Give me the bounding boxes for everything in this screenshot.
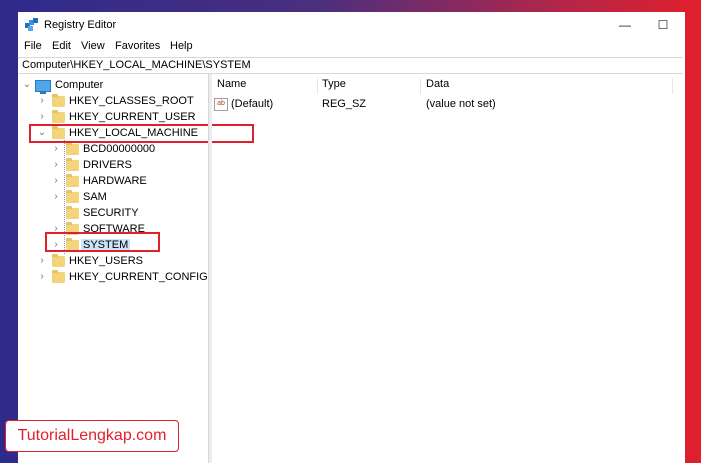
registry-editor-window: Registry Editor — ☐ File Edit View Favor… [18,12,685,463]
column-header-data[interactable]: Data [426,78,449,94]
window-title: Registry Editor [44,19,117,31]
column-header-name[interactable]: Name [217,78,246,94]
tree-label: HKEY_CLASSES_ROOT [69,95,194,107]
tree-node-hkey-current-user[interactable]: › HKEY_CURRENT_USER [18,109,208,125]
chevron-down-icon[interactable]: ⌄ [37,127,47,139]
tree-label: SECURITY [83,207,139,219]
column-divider[interactable] [420,78,421,94]
tree-label-selected: SYSTEM [81,239,131,251]
value-name: (Default) [231,98,274,110]
folder-icon [66,190,79,203]
tree-label: HKEY_CURRENT_CONFIG [69,271,208,283]
folder-icon [66,158,79,171]
tree-node-computer[interactable]: ⌄ Computer [18,77,208,94]
chevron-right-icon[interactable]: › [37,271,47,283]
chevron-down-icon[interactable]: ⌄ [22,79,32,91]
tree-node-hkey-local-machine[interactable]: ⌄ HKEY_LOCAL_MACHINE [18,125,208,141]
chevron-right-icon[interactable]: › [51,239,61,251]
chevron-right-icon[interactable]: › [51,159,61,171]
watermark-badge: TutorialLengkap.com [5,420,179,452]
column-divider[interactable] [317,78,318,94]
title-bar: Registry Editor — ☐ [18,12,685,38]
menu-help[interactable]: Help [170,40,193,52]
menu-edit[interactable]: Edit [52,40,71,52]
registry-editor-icon [25,18,38,31]
menu-favorites[interactable]: Favorites [115,40,160,52]
tree-label: DRIVERS [83,159,132,171]
tree-label: Computer [55,79,104,91]
table-row[interactable]: ab (Default) REG_SZ (value not set) [212,96,682,112]
tree-node-hkey-current-config[interactable]: › HKEY_CURRENT_CONFIG [18,269,208,285]
column-divider[interactable] [672,78,673,94]
values-list-pane[interactable]: Name Type Data ab (Default) REG_SZ (valu… [212,74,685,463]
chevron-right-icon[interactable]: › [51,223,61,235]
tree-node-bcd00000000[interactable]: › BCD00000000 [18,141,208,157]
tree-label: HARDWARE [83,175,147,187]
address-path: Computer\HKEY_LOCAL_MACHINE\SYSTEM [22,59,251,71]
column-header-type[interactable]: Type [322,78,346,94]
tree-node-sam[interactable]: › SAM [18,189,208,205]
tree-node-system[interactable]: › SYSTEM [18,237,208,253]
tree-label: HKEY_LOCAL_MACHINE [69,127,198,139]
folder-icon [52,126,65,139]
folder-icon [52,94,65,107]
folder-icon [52,110,65,123]
minimize-button[interactable]: — [614,15,636,35]
value-type: REG_SZ [322,98,367,110]
folder-icon [66,222,79,235]
menu-view[interactable]: View [81,40,105,52]
string-value-icon: ab [214,98,228,111]
address-bar[interactable]: Computer\HKEY_LOCAL_MACHINE\SYSTEM [18,57,683,74]
tree-node-hardware[interactable]: › HARDWARE [18,173,208,189]
computer-icon [35,80,51,94]
chevron-right-icon[interactable]: › [51,175,61,187]
folder-icon [66,142,79,155]
tree-node-hkey-users[interactable]: › HKEY_USERS [18,253,208,269]
chevron-right-icon[interactable]: › [51,143,61,155]
tree-node-software[interactable]: › SOFTWARE [18,221,208,237]
key-tree-pane[interactable]: ⌄ Computer › HKEY_CLASSES_ROOT › HKEY_CU… [18,74,254,463]
tree-node-hkey-classes-root[interactable]: › HKEY_CLASSES_ROOT [18,93,208,109]
chevron-right-icon[interactable]: › [37,111,47,123]
tree-label: SAM [83,191,107,203]
folder-icon [52,254,65,267]
maximize-button[interactable]: ☐ [652,15,674,35]
tree-label: BCD00000000 [83,143,156,155]
tree-node-drivers[interactable]: › DRIVERS [18,157,208,173]
tree-node-security[interactable]: SECURITY [18,205,208,221]
tree-label: HKEY_USERS [69,255,143,267]
folder-icon [66,238,79,251]
folder-icon [66,174,79,187]
chevron-right-icon[interactable]: › [51,191,61,203]
folder-icon [66,206,79,219]
chevron-right-icon[interactable]: › [37,95,47,107]
value-data: (value not set) [426,98,496,110]
chevron-right-icon[interactable]: › [37,255,47,267]
menu-file[interactable]: File [24,40,42,52]
folder-icon [52,270,65,283]
tree-label: HKEY_CURRENT_USER [69,111,196,123]
tree-label: SOFTWARE [83,223,145,235]
